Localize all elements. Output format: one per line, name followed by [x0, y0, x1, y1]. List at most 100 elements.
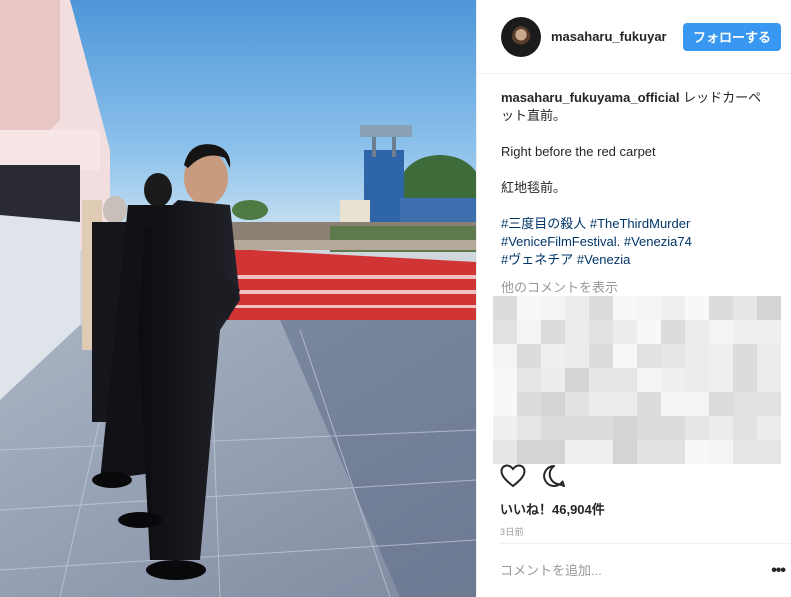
comment-bubble-icon[interactable]: [542, 464, 566, 488]
caption-text-cn: 紅地毯前。: [501, 180, 567, 195]
mosaic-tile: [661, 392, 685, 416]
mosaic-tile: [589, 416, 613, 440]
mosaic-tile: [637, 320, 661, 344]
comment-input[interactable]: [500, 563, 740, 578]
mosaic-tile: [493, 344, 517, 368]
mosaic-tile: [613, 392, 637, 416]
mosaic-tile: [541, 440, 565, 464]
hashtag-link[interactable]: #Venezia: [577, 252, 631, 267]
mosaic-tile: [757, 392, 781, 416]
mosaic-tile: [637, 440, 661, 464]
follow-button[interactable]: フォローする: [682, 22, 781, 51]
mosaic-tile: [613, 368, 637, 392]
mosaic-tile: [637, 296, 661, 320]
mosaic-tile: [565, 440, 589, 464]
hashtag-link[interactable]: #VeniceFilmFestival.: [501, 234, 620, 249]
mosaic-tile: [661, 440, 685, 464]
mosaic-tile: [685, 368, 709, 392]
action-bar: [500, 464, 566, 488]
post-photo[interactable]: [0, 0, 476, 597]
mosaic-tile: [685, 392, 709, 416]
hashtag-link[interactable]: #三度目の殺人: [501, 216, 586, 231]
mosaic-tile: [517, 368, 541, 392]
mosaic-tile: [565, 344, 589, 368]
avatar[interactable]: [501, 16, 541, 57]
mosaic-tile: [541, 416, 565, 440]
mosaic-tile: [589, 320, 613, 344]
mosaic-tile: [661, 368, 685, 392]
mosaic-tile: [589, 368, 613, 392]
mosaic-tile: [709, 320, 733, 344]
mosaic-tile: [637, 416, 661, 440]
mosaic-tile: [565, 368, 589, 392]
mosaic-tile: [541, 392, 565, 416]
mosaic-tile: [661, 296, 685, 320]
mosaic-tile: [757, 440, 781, 464]
mosaic-tile: [613, 344, 637, 368]
mosaic-tile: [685, 344, 709, 368]
mosaic-tile: [589, 296, 613, 320]
mosaic-tile: [709, 368, 733, 392]
hashtag-list: #三度目の殺人 #TheThirdMurder #VeniceFilmFesti…: [501, 215, 771, 269]
mosaic-tile: [493, 368, 517, 392]
mosaic-tile: [709, 392, 733, 416]
mosaic-tile: [709, 344, 733, 368]
mosaic-tile: [517, 440, 541, 464]
mosaic-tile: [613, 296, 637, 320]
caption-text-en: Right before the red carpet: [501, 144, 656, 159]
mosaic-tile: [541, 296, 565, 320]
mosaic-tile: [733, 368, 757, 392]
mosaic-tile: [565, 296, 589, 320]
mosaic-tile: [565, 416, 589, 440]
heart-icon[interactable]: [500, 464, 526, 488]
mosaic-tile: [733, 440, 757, 464]
mosaic-tile: [685, 416, 709, 440]
mosaic-tile: [517, 296, 541, 320]
mosaic-tile: [517, 392, 541, 416]
mosaic-tile: [709, 296, 733, 320]
mosaic-tile: [685, 320, 709, 344]
mosaic-tile: [541, 320, 565, 344]
hashtag-link[interactable]: #TheThirdMurder: [590, 216, 690, 231]
header-username[interactable]: masaharu_fukuyar: [551, 29, 674, 44]
mosaic-tile: [493, 440, 517, 464]
mosaic-tile: [733, 320, 757, 344]
mosaic-tile: [541, 368, 565, 392]
mosaic-tile: [637, 392, 661, 416]
post-caption: masaharu_fukuyama_official レッドカーペット直前。 R…: [477, 74, 791, 269]
mosaic-tile: [733, 416, 757, 440]
mosaic-tile: [637, 344, 661, 368]
view-more-comments-link[interactable]: 他のコメントを表示: [501, 277, 791, 296]
hashtag-link[interactable]: #Venezia74: [624, 234, 692, 249]
mosaic-tile: [589, 344, 613, 368]
mosaic-tile: [757, 416, 781, 440]
blurred-comments: [493, 296, 781, 464]
mosaic-tile: [517, 416, 541, 440]
post-header: masaharu_fukuyar フォローする: [477, 0, 791, 74]
comment-bar: •••: [500, 543, 791, 597]
mosaic-tile: [517, 320, 541, 344]
caption-username[interactable]: masaharu_fukuyama_official: [501, 90, 679, 105]
mosaic-tile: [757, 344, 781, 368]
like-count[interactable]: いいね！46,904件: [500, 499, 605, 518]
mosaic-tile: [733, 344, 757, 368]
mosaic-tile: [613, 416, 637, 440]
mosaic-tile: [493, 320, 517, 344]
mosaic-tile: [637, 368, 661, 392]
mosaic-tile: [733, 296, 757, 320]
mosaic-tile: [589, 392, 613, 416]
mosaic-tile: [493, 392, 517, 416]
mosaic-tile: [757, 368, 781, 392]
mosaic-tile: [709, 416, 733, 440]
mosaic-tile: [733, 392, 757, 416]
mosaic-tile: [541, 344, 565, 368]
mosaic-tile: [493, 296, 517, 320]
more-options-icon[interactable]: •••: [771, 562, 786, 580]
post-timestamp[interactable]: 3日前: [500, 525, 524, 538]
mosaic-tile: [709, 440, 733, 464]
mosaic-tile: [565, 392, 589, 416]
hashtag-link[interactable]: #ヴェネチア: [501, 252, 573, 267]
mosaic-tile: [493, 416, 517, 440]
mosaic-tile: [757, 296, 781, 320]
mosaic-tile: [661, 320, 685, 344]
